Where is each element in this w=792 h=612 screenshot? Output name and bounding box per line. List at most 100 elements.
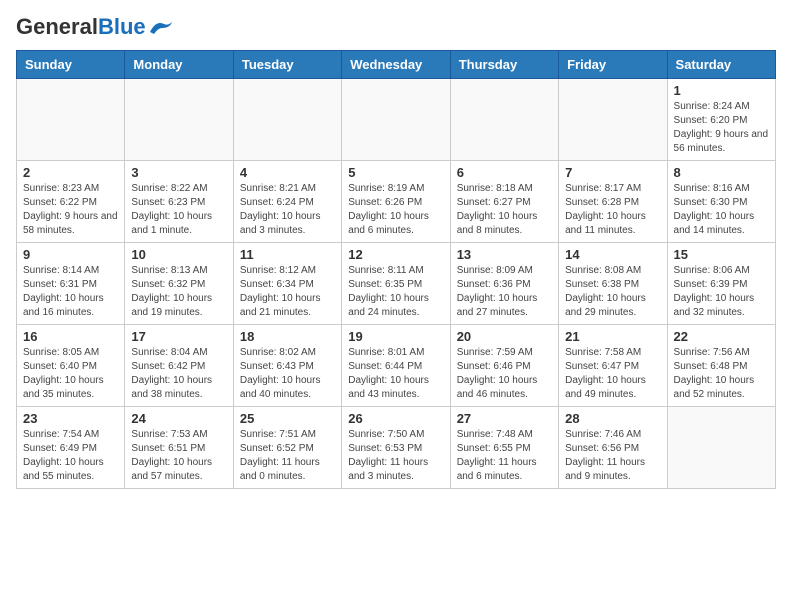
calendar-cell: 5Sunrise: 8:19 AM Sunset: 6:26 PM Daylig… [342,161,450,243]
day-number: 18 [240,329,335,344]
day-info: Sunrise: 7:56 AM Sunset: 6:48 PM Dayligh… [674,346,769,402]
day-info: Sunrise: 8:21 AM Sunset: 6:24 PM Dayligh… [240,182,335,238]
calendar-cell: 3Sunrise: 8:22 AM Sunset: 6:23 PM Daylig… [125,161,233,243]
calendar-table: SundayMondayTuesdayWednesdayThursdayFrid… [16,50,776,489]
day-number: 20 [457,329,552,344]
page-header: GeneralBlue [16,16,776,38]
calendar-week-5: 23 Sunrise: 7:54 AM Sunset: 6:49 PM Dayli… [17,407,776,489]
day-info: Sunrise: 7:53 AM Sunset: 6:51 PM Dayligh… [131,428,226,484]
calendar-cell: 25 Sunrise: 7:51 AM Sunset: 6:52 PM Dayli… [233,407,341,489]
day-number: 24 [131,411,226,426]
weekday-header-tuesday: Tuesday [233,51,341,79]
day-number: 6 [457,165,552,180]
day-number: 21 [565,329,660,344]
weekday-header-friday: Friday [559,51,667,79]
day-info: Sunrise: 8:18 AM Sunset: 6:27 PM Dayligh… [457,182,552,238]
calendar-cell: 16 Sunrise: 8:05 AM Sunset: 6:40 PM Dayli… [17,325,125,407]
calendar-cell [667,407,775,489]
weekday-header-saturday: Saturday [667,51,775,79]
calendar-cell: 23 Sunrise: 7:54 AM Sunset: 6:49 PM Dayli… [17,407,125,489]
day-info: Sunrise: 7:50 AM Sunset: 6:53 PM Dayligh… [348,428,443,484]
calendar-cell [125,79,233,161]
day-number: 16 [23,329,118,344]
day-info: Sunrise: 8:13 AM Sunset: 6:32 PM Dayligh… [131,264,226,320]
day-info: Sunrise: 7:51 AM Sunset: 6:52 PM Dayligh… [240,428,335,484]
calendar-cell: 13 Sunrise: 8:09 AM Sunset: 6:36 PM Dayli… [450,243,558,325]
day-info: Sunrise: 8:14 AM Sunset: 6:31 PM Dayligh… [23,264,118,320]
day-info: Sunrise: 8:06 AM Sunset: 6:39 PM Dayligh… [674,264,769,320]
weekday-header-monday: Monday [125,51,233,79]
day-number: 26 [348,411,443,426]
calendar-cell: 11 Sunrise: 8:12 AM Sunset: 6:34 PM Dayli… [233,243,341,325]
day-info: Sunrise: 8:16 AM Sunset: 6:30 PM Dayligh… [674,182,769,238]
day-info: Sunrise: 7:48 AM Sunset: 6:55 PM Dayligh… [457,428,552,484]
day-number: 11 [240,247,335,262]
day-info: Sunrise: 8:12 AM Sunset: 6:34 PM Dayligh… [240,264,335,320]
day-number: 19 [348,329,443,344]
day-info: Sunrise: 8:04 AM Sunset: 6:42 PM Dayligh… [131,346,226,402]
logo-general: General [16,14,98,39]
calendar-cell: 1Sunrise: 8:24 AM Sunset: 6:20 PM Daylig… [667,79,775,161]
calendar-cell: 27 Sunrise: 7:48 AM Sunset: 6:55 PM Dayli… [450,407,558,489]
day-number: 8 [674,165,769,180]
day-info: Sunrise: 8:11 AM Sunset: 6:35 PM Dayligh… [348,264,443,320]
day-number: 25 [240,411,335,426]
day-number: 9 [23,247,118,262]
day-info: Sunrise: 8:19 AM Sunset: 6:26 PM Dayligh… [348,182,443,238]
day-info: Sunrise: 7:58 AM Sunset: 6:47 PM Dayligh… [565,346,660,402]
calendar-cell: 8 Sunrise: 8:16 AM Sunset: 6:30 PM Daylig… [667,161,775,243]
calendar-cell: 20Sunrise: 7:59 AM Sunset: 6:46 PM Dayli… [450,325,558,407]
day-number: 22 [674,329,769,344]
calendar-cell: 21 Sunrise: 7:58 AM Sunset: 6:47 PM Dayli… [559,325,667,407]
calendar-cell: 26 Sunrise: 7:50 AM Sunset: 6:53 PM Dayli… [342,407,450,489]
calendar-cell: 22 Sunrise: 7:56 AM Sunset: 6:48 PM Dayli… [667,325,775,407]
calendar-cell: 4 Sunrise: 8:21 AM Sunset: 6:24 PM Daylig… [233,161,341,243]
day-number: 3 [131,165,226,180]
day-info: Sunrise: 8:08 AM Sunset: 6:38 PM Dayligh… [565,264,660,320]
day-number: 10 [131,247,226,262]
calendar-cell: 28 Sunrise: 7:46 AM Sunset: 6:56 PM Dayli… [559,407,667,489]
day-number: 27 [457,411,552,426]
day-number: 1 [674,83,769,98]
calendar-cell: 14 Sunrise: 8:08 AM Sunset: 6:38 PM Dayli… [559,243,667,325]
calendar-cell [559,79,667,161]
day-number: 4 [240,165,335,180]
calendar-cell: 2Sunrise: 8:23 AM Sunset: 6:22 PM Daylig… [17,161,125,243]
calendar-week-1: 1Sunrise: 8:24 AM Sunset: 6:20 PM Daylig… [17,79,776,161]
day-info: Sunrise: 8:05 AM Sunset: 6:40 PM Dayligh… [23,346,118,402]
day-number: 23 [23,411,118,426]
day-number: 2 [23,165,118,180]
weekday-header-thursday: Thursday [450,51,558,79]
calendar-cell: 24 Sunrise: 7:53 AM Sunset: 6:51 PM Dayli… [125,407,233,489]
calendar-cell: 6 Sunrise: 8:18 AM Sunset: 6:27 PM Daylig… [450,161,558,243]
calendar-cell: 9 Sunrise: 8:14 AM Sunset: 6:31 PM Daylig… [17,243,125,325]
calendar-cell: 7Sunrise: 8:17 AM Sunset: 6:28 PM Daylig… [559,161,667,243]
weekday-header-wednesday: Wednesday [342,51,450,79]
calendar-week-4: 16 Sunrise: 8:05 AM Sunset: 6:40 PM Dayli… [17,325,776,407]
day-number: 15 [674,247,769,262]
day-number: 14 [565,247,660,262]
day-info: Sunrise: 8:02 AM Sunset: 6:43 PM Dayligh… [240,346,335,402]
weekday-header-row: SundayMondayTuesdayWednesdayThursdayFrid… [17,51,776,79]
weekday-header-sunday: Sunday [17,51,125,79]
day-number: 12 [348,247,443,262]
calendar-cell [233,79,341,161]
calendar-cell [17,79,125,161]
day-number: 7 [565,165,660,180]
day-info: Sunrise: 7:46 AM Sunset: 6:56 PM Dayligh… [565,428,660,484]
day-info: Sunrise: 8:09 AM Sunset: 6:36 PM Dayligh… [457,264,552,320]
calendar-cell [342,79,450,161]
calendar-week-2: 2Sunrise: 8:23 AM Sunset: 6:22 PM Daylig… [17,161,776,243]
logo: GeneralBlue [16,16,176,38]
calendar-cell: 18 Sunrise: 8:02 AM Sunset: 6:43 PM Dayli… [233,325,341,407]
day-number: 13 [457,247,552,262]
calendar-cell: 19Sunrise: 8:01 AM Sunset: 6:44 PM Dayli… [342,325,450,407]
calendar-cell: 12 Sunrise: 8:11 AM Sunset: 6:35 PM Dayli… [342,243,450,325]
calendar-cell: 17 Sunrise: 8:04 AM Sunset: 6:42 PM Dayli… [125,325,233,407]
day-number: 17 [131,329,226,344]
calendar-week-3: 9 Sunrise: 8:14 AM Sunset: 6:31 PM Daylig… [17,243,776,325]
day-info: Sunrise: 7:54 AM Sunset: 6:49 PM Dayligh… [23,428,118,484]
day-number: 28 [565,411,660,426]
logo-blue: Blue [98,14,146,39]
calendar-cell [450,79,558,161]
